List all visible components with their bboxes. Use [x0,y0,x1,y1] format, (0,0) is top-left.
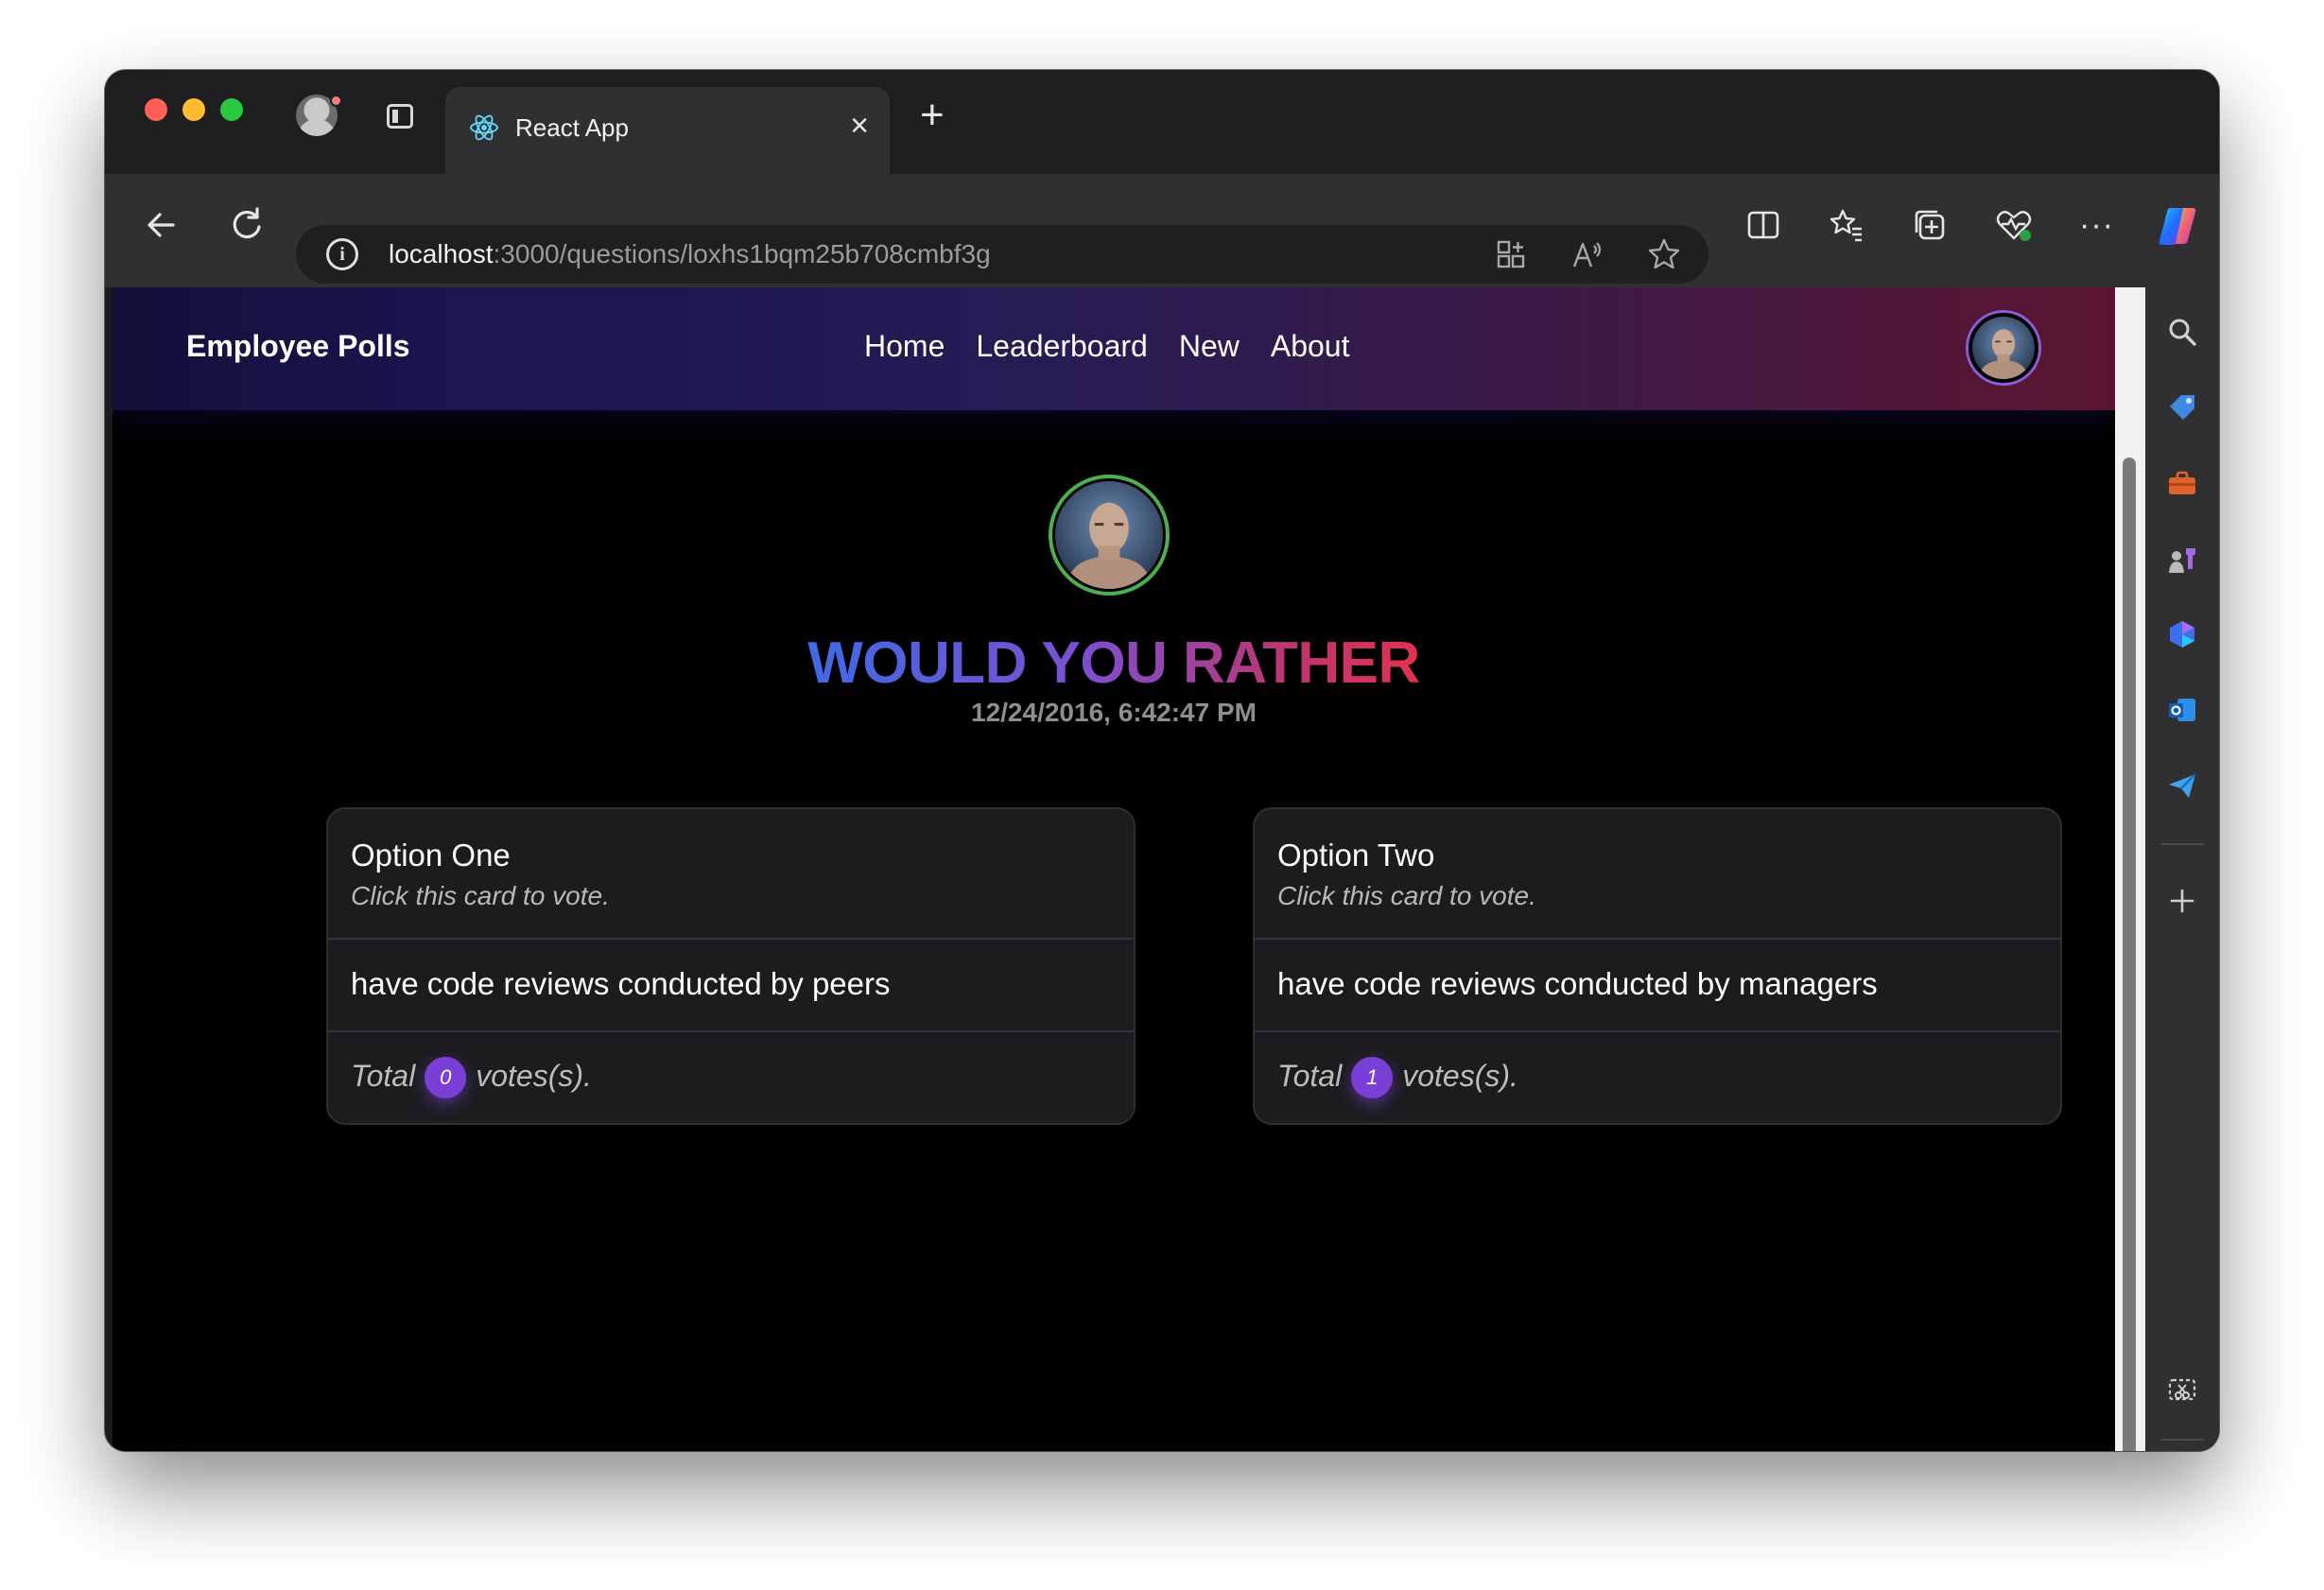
nav-link-new[interactable]: New [1179,329,1240,364]
screenshot-icon[interactable] [2166,1374,2198,1407]
vote-total-suffix: votes(s). [476,1059,592,1093]
url-path: :3000/questions/loxhs1bqm25b708cmbf3g [493,239,991,268]
vote-count-badge: 0 [425,1057,467,1098]
nav-link-home[interactable]: Home [864,329,945,364]
window-close-button[interactable] [145,98,167,121]
vote-hint: Click this card to vote. [351,881,610,910]
site-info-icon[interactable]: i [326,238,358,270]
scrollbar-thumb[interactable] [2123,458,2136,1451]
copilot-icon[interactable] [2155,204,2200,248]
favorites-icon[interactable] [1828,206,1865,244]
browser-window: React App × + i localhost:3000/questions… [105,70,2219,1451]
vote-total: Total 0 votes(s). [328,1032,1134,1123]
add-icon[interactable] [2166,885,2198,917]
window-maximize-button[interactable] [220,98,243,121]
react-logo-icon [470,114,498,141]
tab-actions-icon[interactable] [387,104,413,129]
option-text: have code reviews conducted by peers [328,940,1134,1032]
vote-count-badge: 1 [1351,1057,1394,1098]
author-avatar-image [1055,481,1163,589]
author-avatar [1049,475,1170,596]
app-brand[interactable]: Employee Polls [186,329,410,364]
profile-notification-dot [330,95,342,107]
user-avatar-button[interactable] [1966,310,2041,386]
nav-link-about[interactable]: About [1271,329,1350,364]
question-heading-text: WOULD YOU RATHER [807,631,1420,696]
address-bar[interactable]: i localhost:3000/questions/loxhs1bqm25b7… [296,225,1708,284]
option-title: Option One [351,838,511,873]
tab-react-app[interactable]: React App × [445,87,890,174]
tools-icon[interactable] [2166,467,2198,499]
nav-links: Home Leaderboard New About [864,329,1349,364]
card-header: Option One Click this card to vote. [328,809,1134,940]
tab-strip: React App × + [105,70,2219,174]
vote-total-suffix: votes(s). [1402,1059,1518,1093]
question-heading: WOULD YOU RATHER [113,630,2115,697]
star-icon[interactable] [1646,236,1682,272]
option-one-card[interactable]: Option One Click this card to vote. have… [326,807,1136,1125]
option-title: Option Two [1277,838,1435,873]
shopping-tag-icon[interactable] [2166,391,2198,423]
vote-total: Total 1 votes(s). [1255,1032,2060,1123]
sidebar-separator [2160,843,2204,845]
more-options-button[interactable]: ··· [2079,206,2114,244]
reload-icon[interactable] [226,204,268,246]
browser-toolbar: i localhost:3000/questions/loxhs1bqm25b7… [105,174,2219,287]
window-minimize-button[interactable] [182,98,205,121]
back-arrow-icon[interactable] [141,204,182,246]
split-screen-icon[interactable] [1744,206,1782,244]
browser-essentials-icon[interactable] [1994,206,2034,244]
vote-total-prefix: Total [1277,1059,1343,1093]
collections-icon[interactable] [1911,206,1949,244]
url-text[interactable]: localhost:3000/questions/loxhs1bqm25b708… [389,239,991,269]
card-header: Option Two Click this card to vote. [1255,809,2060,940]
url-host: localhost [389,239,494,268]
search-icon[interactable] [2166,316,2198,348]
page-viewport: Employee Polls Home Leaderboard New Abou… [113,287,2115,1451]
vote-hint: Click this card to vote. [1277,881,1536,910]
microsoft-365-icon[interactable] [2166,618,2198,650]
option-text: have code reviews conducted by managers [1255,940,2060,1032]
browser-sidebar [2145,287,2219,1451]
app-navbar: Employee Polls Home Leaderboard New Abou… [113,287,2115,410]
question-timestamp: 12/24/2016, 6:42:47 PM [971,698,1257,727]
close-tab-icon[interactable]: × [850,110,869,142]
vote-total-prefix: Total [351,1059,416,1093]
new-tab-button[interactable]: + [920,95,945,136]
games-icon[interactable] [2166,543,2198,575]
apps-icon[interactable] [1495,238,1527,270]
page-scrollbar[interactable] [2115,287,2145,1451]
read-aloud-icon[interactable] [1570,238,1604,270]
option-two-card[interactable]: Option Two Click this card to vote. have… [1253,807,2062,1125]
outlook-icon[interactable] [2166,694,2198,726]
avatar [1972,317,2035,379]
sidebar-separator [2160,1439,2204,1441]
nav-link-leaderboard[interactable]: Leaderboard [976,329,1147,364]
tab-title: React App [515,113,629,142]
send-icon[interactable] [2166,769,2198,802]
